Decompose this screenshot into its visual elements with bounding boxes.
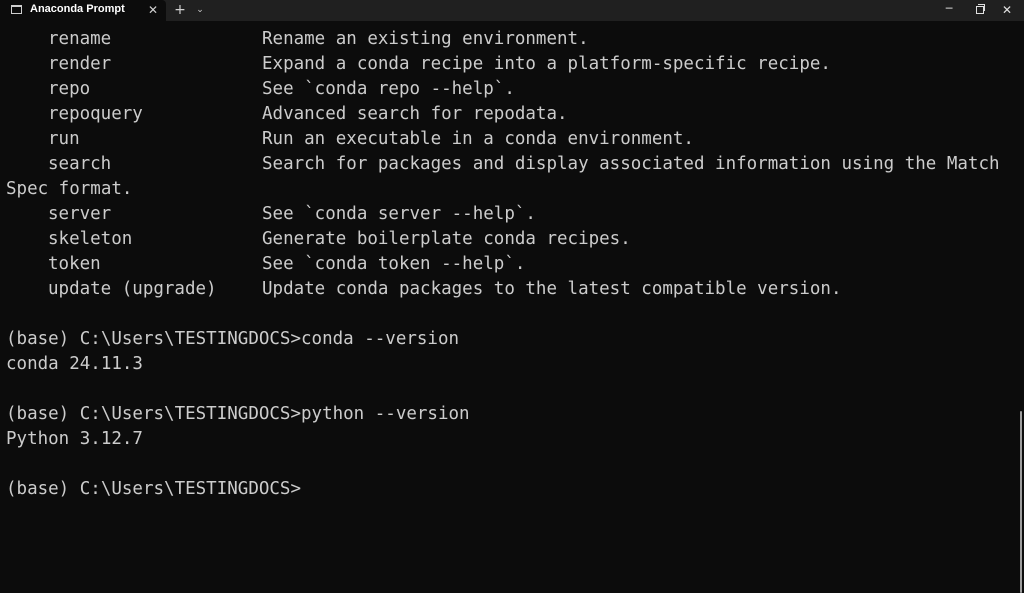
command-name: search xyxy=(48,154,112,174)
command-name: skeleton xyxy=(48,229,133,249)
command-name: repoquery xyxy=(48,104,143,124)
wrapped-text: Spec format. xyxy=(6,179,133,199)
command-name: run xyxy=(48,129,80,149)
command-output: Python 3.12.7 xyxy=(6,429,143,449)
restore-icon xyxy=(976,6,984,14)
command-desc: Generate boilerplate conda recipes. xyxy=(262,229,631,249)
command-row: render Expand a conda recipe into a plat… xyxy=(6,52,831,77)
scrollbar[interactable] xyxy=(1018,21,1024,593)
prompt-line-current[interactable]: (base) C:\Users\TESTINGDOCS> xyxy=(6,477,301,502)
new-tab-icon[interactable]: + xyxy=(173,1,187,19)
command-row: search Search for packages and display a… xyxy=(6,152,1000,177)
command-row: token See `conda token --help`. xyxy=(6,252,525,277)
command-desc: Search for packages and display associat… xyxy=(262,154,1000,174)
terminal-output[interactable]: rename Rename an existing environment. r… xyxy=(0,21,1024,593)
command-row: server See `conda server --help`. xyxy=(6,202,536,227)
command-output: conda 24.11.3 xyxy=(6,354,143,374)
chevron-down-icon[interactable]: ⌄ xyxy=(194,2,206,18)
command-name: update (upgrade) xyxy=(48,279,217,299)
terminal-window: Anaconda Prompt ✕ + ⌄ ─ ✕ rename Rename … xyxy=(0,0,1024,593)
command-desc: Update conda packages to the latest comp… xyxy=(262,279,842,299)
command-desc: See `conda token --help`. xyxy=(262,254,526,274)
prompt-line: (base) C:\Users\TESTINGDOCS>conda --vers… xyxy=(6,329,460,349)
command-name: server xyxy=(48,204,112,224)
tab-anaconda-prompt[interactable]: Anaconda Prompt ✕ xyxy=(0,0,166,21)
command-name: token xyxy=(48,254,101,274)
command-desc: Advanced search for repodata. xyxy=(262,104,568,124)
command-row: repoquery Advanced search for repodata. xyxy=(6,102,568,127)
prompt-line: (base) C:\Users\TESTINGDOCS>python --ver… xyxy=(6,404,470,424)
command-name: rename xyxy=(48,29,112,49)
terminal-icon xyxy=(11,5,22,14)
tab-title: Anaconda Prompt xyxy=(30,3,125,15)
command-row: rename Rename an existing environment. xyxy=(6,27,589,52)
command-desc: Run an executable in a conda environment… xyxy=(262,129,694,149)
tab-close-icon[interactable]: ✕ xyxy=(147,2,159,18)
minimize-button[interactable]: ─ xyxy=(932,0,966,21)
command-row: run Run an executable in a conda environ… xyxy=(6,127,694,152)
command-name: render xyxy=(48,54,112,74)
command-desc: Rename an existing environment. xyxy=(262,29,589,49)
scrollbar-thumb[interactable] xyxy=(1020,411,1022,593)
command-desc: Expand a conda recipe into a platform-sp… xyxy=(262,54,831,74)
command-name: repo xyxy=(48,79,91,99)
command-row: repo See `conda repo --help`. xyxy=(6,77,515,102)
command-row: update (upgrade) Update conda packages t… xyxy=(6,277,841,302)
command-desc: See `conda repo --help`. xyxy=(262,79,515,99)
command-row: skeleton Generate boilerplate conda reci… xyxy=(6,227,631,252)
command-desc: See `conda server --help`. xyxy=(262,204,536,224)
close-button[interactable]: ✕ xyxy=(990,0,1024,21)
title-bar: Anaconda Prompt ✕ + ⌄ ─ ✕ xyxy=(0,0,1024,21)
